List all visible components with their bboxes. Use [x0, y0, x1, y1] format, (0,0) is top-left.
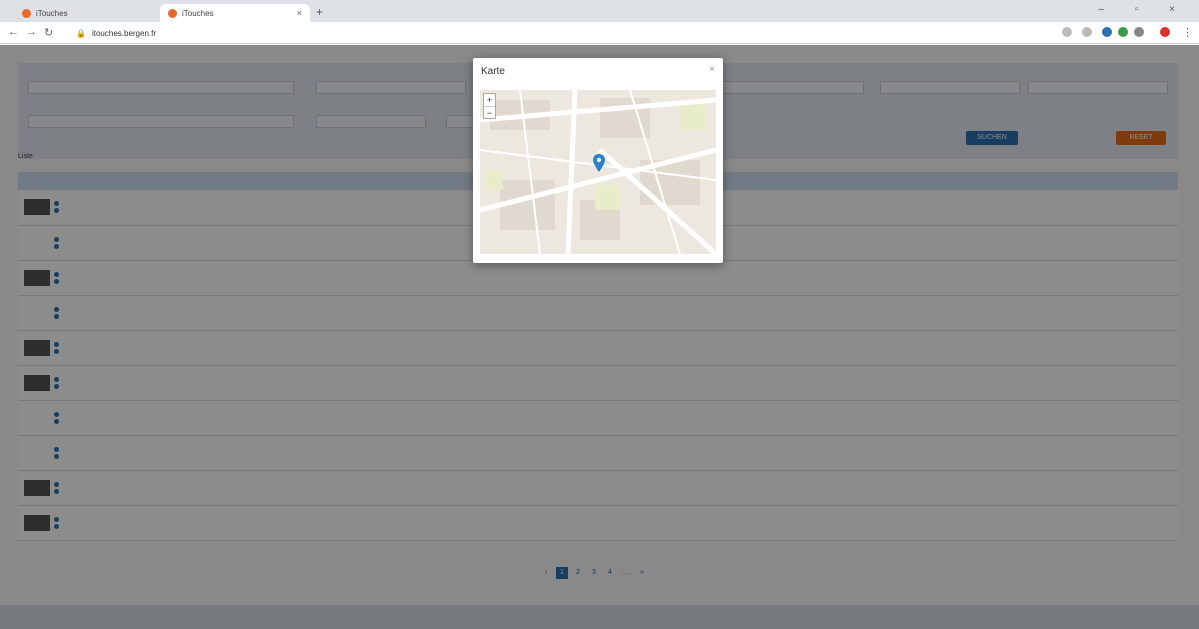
map-modal: Karte × + − [473, 58, 723, 263]
back-icon[interactable]: ← [8, 26, 19, 38]
tab-label: iTouches [182, 8, 214, 18]
close-tab-icon[interactable]: × [297, 8, 302, 18]
favicon-icon [22, 8, 31, 18]
new-tab-icon[interactable]: + [316, 5, 323, 19]
reload-icon[interactable]: ↻ [44, 26, 53, 39]
map-view[interactable]: + − [480, 90, 716, 254]
lock-icon: 🔒 [76, 28, 86, 38]
menu-icon[interactable]: ⋮ [1182, 26, 1193, 39]
url-text: itouches.bergen.fr [91, 28, 157, 38]
browser-tab-active[interactable]: iTouches × [160, 4, 310, 22]
address-bar: ← → ↻ 🔒 itouches.bergen.fr ⋮ [0, 22, 1199, 44]
browser-tabbar: iTouches × iTouches × + – ▫ × [0, 0, 1199, 22]
map-marker-icon[interactable] [593, 154, 605, 172]
zoom-icon[interactable] [1062, 27, 1072, 37]
zoom-out-button[interactable]: − [484, 106, 495, 118]
close-icon[interactable]: × [709, 64, 715, 75]
profile-avatar[interactable] [1160, 27, 1170, 37]
url-field[interactable]: 🔒 itouches.bergen.fr [76, 25, 1036, 41]
modal-title: Karte [481, 66, 505, 77]
extension-icon[interactable] [1134, 27, 1144, 37]
browser-tab[interactable]: iTouches × [14, 4, 178, 22]
extension-icon[interactable] [1118, 27, 1128, 37]
forward-icon[interactable]: → [26, 26, 37, 38]
window-controls[interactable]: – ▫ × [1098, 4, 1189, 15]
zoom-control: + − [483, 93, 496, 119]
favicon-icon [168, 8, 177, 18]
extension-icon[interactable] [1082, 27, 1092, 37]
tab-label: iTouches [36, 8, 68, 18]
map-tiles [480, 90, 716, 254]
zoom-in-button[interactable]: + [484, 94, 495, 106]
extension-icon[interactable] [1102, 27, 1112, 37]
